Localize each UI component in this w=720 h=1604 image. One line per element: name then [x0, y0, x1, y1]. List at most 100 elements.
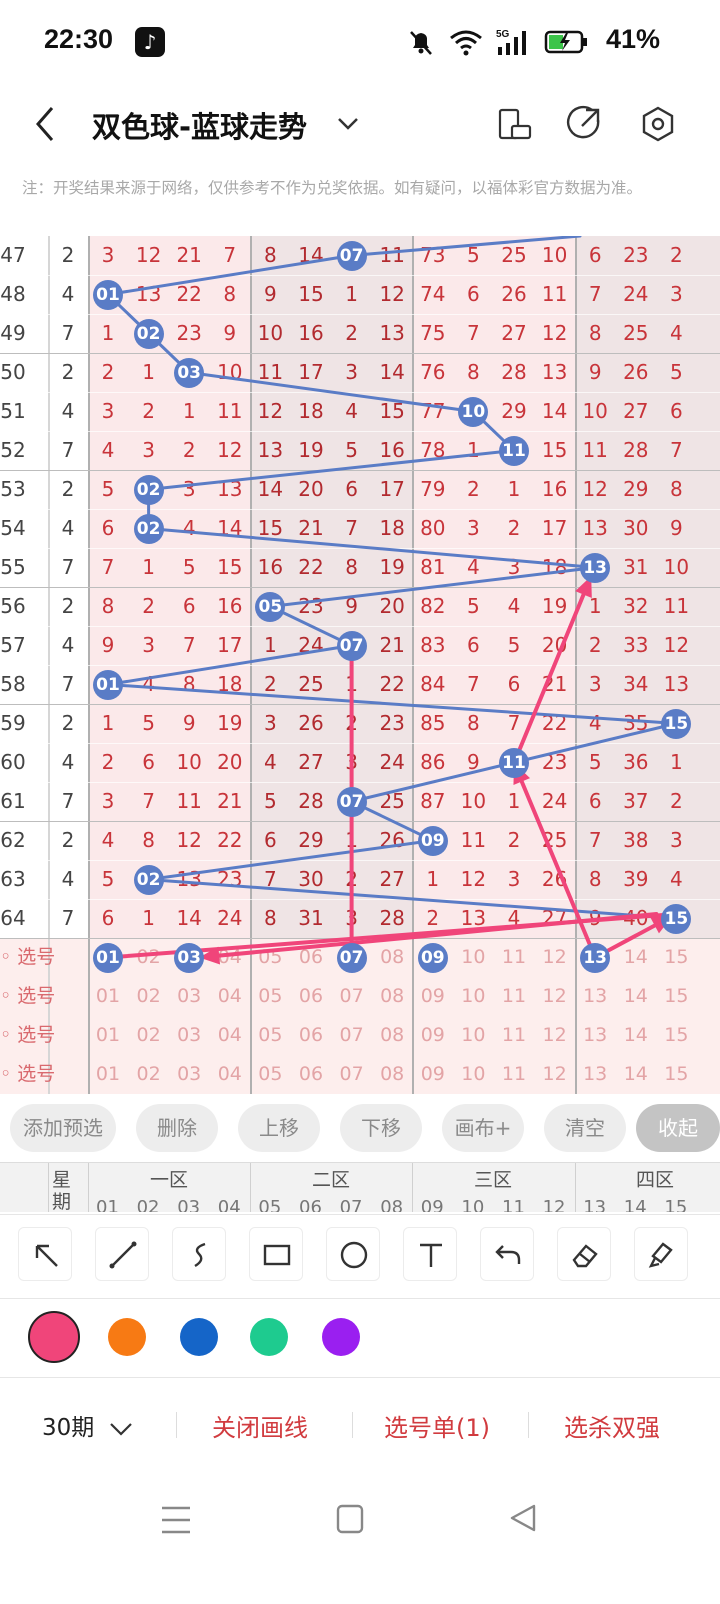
clear-tool-button[interactable] [634, 1227, 688, 1281]
zone-header: 一区 [150, 1169, 189, 1191]
action-button-0[interactable]: 添加预选 [10, 1104, 116, 1152]
action-button-1[interactable]: 删除 [136, 1104, 218, 1152]
column-header: 12 [542, 1197, 566, 1212]
blue-ball: 07 [336, 240, 367, 271]
blue-ball: 02 [133, 513, 164, 544]
color-swatch[interactable] [250, 1318, 288, 1356]
selected-ball[interactable]: 03 [174, 942, 205, 973]
circle-tool-button[interactable] [326, 1227, 380, 1281]
undo-tool-button[interactable] [480, 1227, 534, 1281]
color-swatch[interactable] [180, 1318, 218, 1356]
blue-ball: 15 [661, 708, 692, 739]
action-button-4[interactable]: 画布+ [442, 1104, 524, 1152]
header-divider [575, 1163, 576, 1212]
action-button-3[interactable]: 下移 [340, 1104, 422, 1152]
column-header: 06 [299, 1197, 322, 1212]
trend-chart: 47 2 3 12 21 7 8 14 11 73 5 25 10 6 23 2 48 4 13 22 8 9 15 1 12 7… [0, 236, 720, 1094]
rectangle-icon [263, 1244, 291, 1266]
header-divider [48, 1163, 49, 1212]
action-button-2[interactable]: 上移 [238, 1104, 320, 1152]
column-header: 14 [623, 1197, 647, 1212]
trend-line-segment [187, 371, 475, 413]
selected-ball[interactable]: 13 [580, 942, 611, 973]
selection-list-button[interactable]: 选号单(1) [384, 1408, 490, 1443]
blue-ball: 02 [133, 474, 164, 505]
blue-ball: 01 [93, 279, 123, 310]
status-time: 22:30 [44, 24, 114, 54]
column-header: 13 [583, 1197, 607, 1212]
color-swatch[interactable] [322, 1318, 360, 1356]
page-title: 双色球-蓝球走势 [92, 110, 308, 144]
text-icon [420, 1243, 442, 1267]
drawn-arrow-line [512, 574, 594, 765]
rotate-screen-icon[interactable] [492, 102, 536, 146]
period-selector[interactable]: 30期 [42, 1408, 134, 1442]
arrow-tool-button[interactable] [18, 1227, 72, 1281]
blue-ball: 11 [499, 747, 529, 778]
trend-line-segment [106, 683, 678, 725]
blue-ball: 10 [458, 396, 489, 427]
column-header: 08 [380, 1197, 404, 1212]
action-button-6[interactable]: 收起 [636, 1104, 720, 1152]
curve-tool-button[interactable] [172, 1227, 226, 1281]
trend-line-segment [350, 761, 516, 803]
blue-ball: 09 [417, 825, 448, 856]
status-bar: 22:30 ♪ 5G 41% [0, 0, 720, 84]
separator [352, 1412, 353, 1438]
text-tool-button[interactable] [403, 1227, 457, 1281]
blue-ball: 01 [93, 669, 123, 700]
weekday-header: 星期 [52, 1169, 72, 1212]
selected-ball[interactable]: 09 [417, 942, 448, 973]
blue-ball: 07 [336, 630, 367, 661]
separator [528, 1412, 529, 1438]
home-icon[interactable] [336, 1504, 364, 1534]
column-header: 10 [461, 1197, 485, 1212]
column-header: 03 [177, 1197, 201, 1212]
color-palette [0, 1298, 720, 1378]
blue-ball: 03 [174, 357, 205, 388]
period-label: 30期 [42, 1415, 95, 1441]
column-header: 02 [136, 1197, 160, 1212]
trend-line-segment [147, 449, 516, 491]
settings-icon[interactable] [636, 102, 680, 146]
kill-double-button[interactable]: 选杀双强 [564, 1408, 660, 1443]
line-tool-button[interactable] [95, 1227, 149, 1281]
chevron-down-icon [109, 1422, 132, 1436]
action-button-5[interactable]: 清空 [544, 1104, 626, 1152]
back-nav-icon[interactable] [508, 1502, 538, 1534]
eraser-tool-button[interactable] [557, 1227, 611, 1281]
app-root: 22:30 ♪ 5G 41% 双色球-蓝球走势 注：开奖结果来源于网络，仅供参考… [0, 0, 720, 1604]
trend-line-segment [106, 254, 354, 296]
selected-ball[interactable]: 01 [93, 942, 123, 973]
undo-icon [495, 1245, 521, 1264]
trend-line-segment [350, 236, 582, 257]
zone-header: 四区 [636, 1169, 675, 1191]
zone-header: 二区 [312, 1169, 351, 1191]
svg-text:5G: 5G [496, 29, 510, 40]
trend-line-segment [147, 878, 678, 920]
rectangle-tool-button[interactable] [249, 1227, 303, 1281]
close-drawing-button[interactable]: 关闭画线 [212, 1408, 308, 1443]
bottom-bar: 30期 关闭画线 选号单(1) 选杀双强 [0, 1380, 720, 1470]
blue-ball: 13 [580, 552, 611, 583]
zone-header: 三区 [474, 1169, 513, 1191]
color-swatch[interactable] [108, 1318, 146, 1356]
blue-ball: 15 [661, 903, 692, 934]
wifi-icon [450, 30, 482, 56]
back-icon[interactable] [30, 104, 60, 144]
action-bar: 添加预选 删除 上移 下移 画布+ 清空 收起 [0, 1100, 720, 1156]
menu-icon[interactable] [160, 1502, 192, 1538]
trend-line-segment [147, 527, 597, 569]
blue-ball: 07 [336, 786, 367, 817]
chevron-down-icon[interactable] [334, 108, 362, 138]
color-swatch[interactable] [28, 1311, 80, 1363]
eraser-icon [572, 1244, 598, 1268]
table-header: 星期 一区 二区 三区 四区 01 02 03 04 05 06 07 08 09 10 11 12 13 14 1… [0, 1162, 720, 1212]
drawing-tools [0, 1214, 720, 1296]
trend-line-segment [147, 839, 435, 881]
column-header: 15 [664, 1197, 688, 1212]
share-icon[interactable] [562, 102, 606, 146]
arrow-icon [35, 1244, 58, 1267]
blue-ball: 02 [133, 864, 164, 895]
selected-ball[interactable]: 07 [336, 942, 367, 973]
